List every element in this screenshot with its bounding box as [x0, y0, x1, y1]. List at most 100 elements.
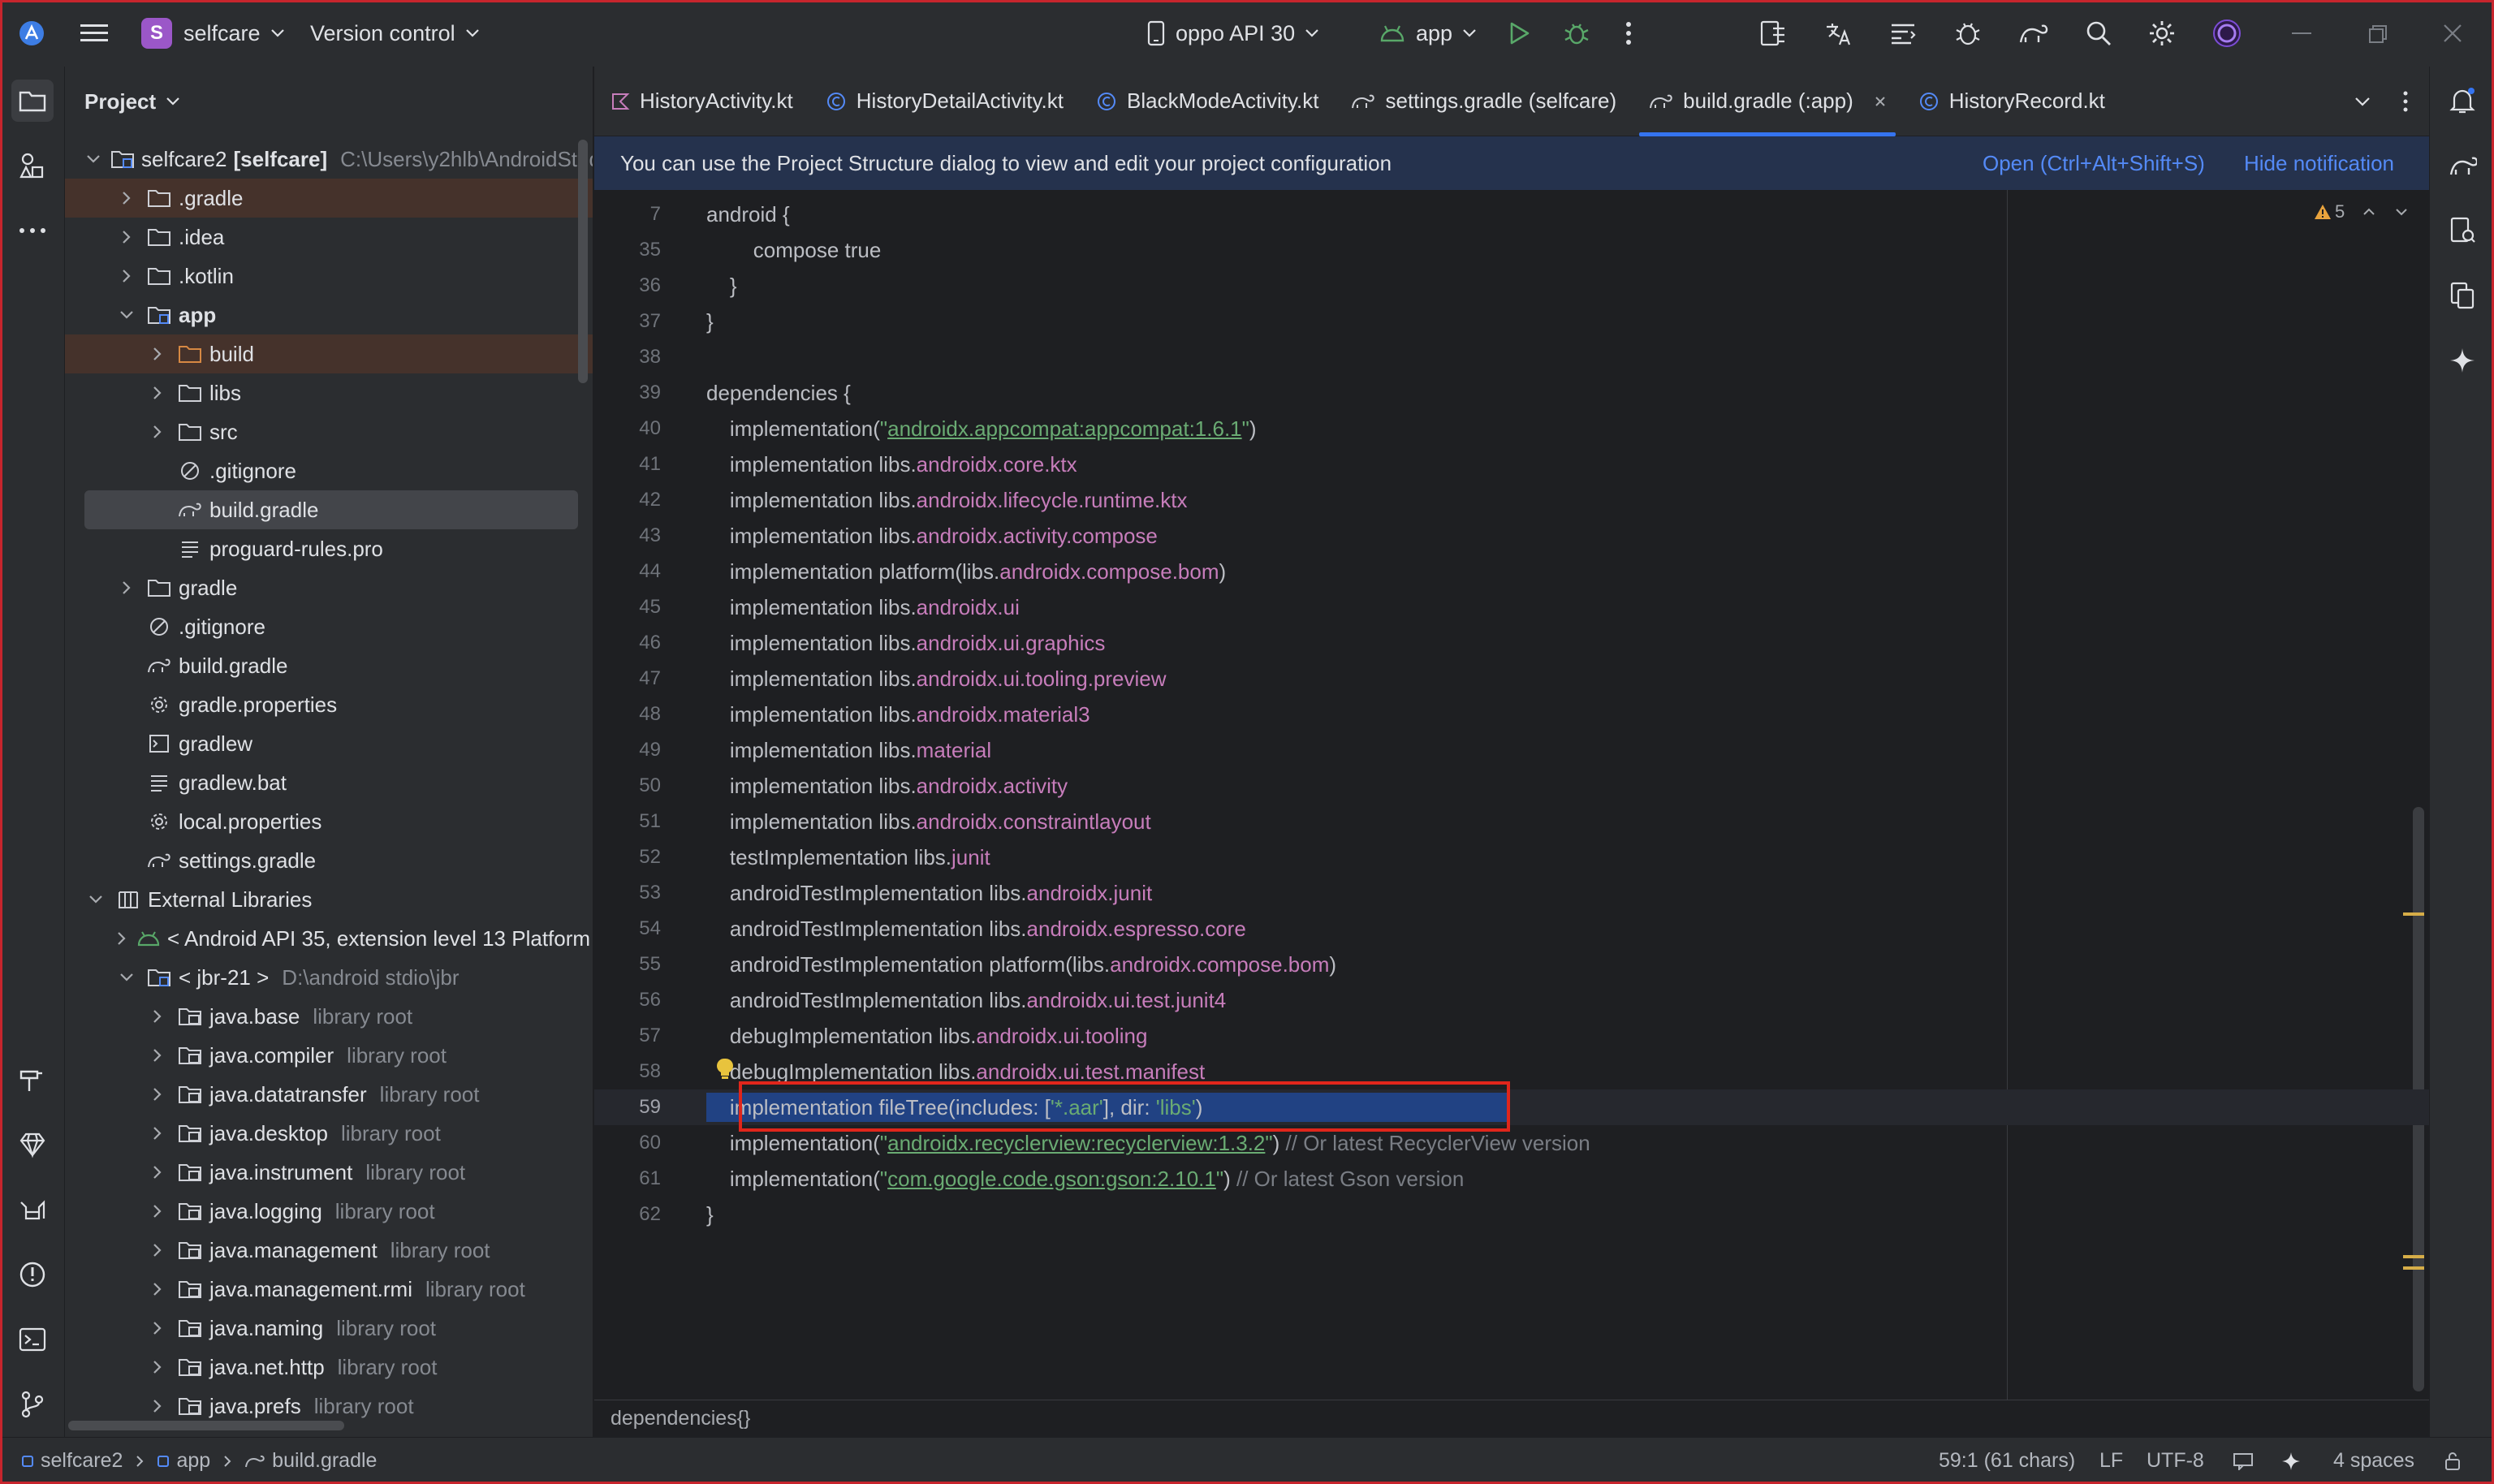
code-line[interactable]: 39 dependencies { [594, 375, 2429, 411]
code-editor[interactable]: 5 7 android {35 compose true 36 } 37} 38 39 de… [594, 190, 2429, 1400]
tree-item[interactable]: java.instrument library root [65, 1153, 593, 1192]
lock-icon[interactable] [2444, 1452, 2462, 1471]
crumb-module[interactable]: app [176, 1449, 210, 1473]
tree-item[interactable]: proguard-rules.pro [65, 529, 593, 568]
code-line[interactable]: 35 compose true [594, 232, 2429, 268]
code-line[interactable]: 41 implementation libs.androidx.core.ktx [594, 446, 2429, 482]
tree-item[interactable]: java.management library root [65, 1231, 593, 1270]
chevron-right-icon[interactable] [148, 1046, 167, 1065]
crumb-file[interactable]: build.gradle [272, 1449, 377, 1473]
chevron-right-icon[interactable] [117, 734, 136, 753]
tree-item[interactable]: local.properties [65, 802, 593, 841]
tree-item[interactable]: java.naming library root [65, 1309, 593, 1348]
chevron-right-icon[interactable] [148, 383, 167, 403]
chevron-down-icon[interactable] [86, 890, 106, 909]
code-scope-breadcrumb[interactable]: dependencies{} [594, 1400, 2429, 1437]
chevron-right-icon[interactable] [148, 1163, 167, 1182]
version-control-menu[interactable]: Version control [310, 17, 480, 50]
running-devices-icon[interactable] [2441, 274, 2483, 317]
chevron-right-icon[interactable] [117, 617, 136, 636]
open-project-structure-link[interactable]: Open (Ctrl+Alt+Shift+S) [1983, 151, 2205, 176]
tree-item[interactable]: .gradle [65, 179, 593, 218]
warning-stripe-mark[interactable] [2403, 1255, 2424, 1258]
main-menu-icon[interactable] [80, 21, 109, 45]
chevron-down-icon[interactable] [117, 968, 136, 987]
project-view-icon[interactable] [11, 80, 54, 122]
problems-icon[interactable] [11, 1253, 54, 1296]
close-window-icon[interactable] [2440, 21, 2465, 45]
tree-item[interactable]: .idea [65, 218, 593, 257]
line-separator[interactable]: LF [2099, 1449, 2123, 1473]
device-selector[interactable]: oppo API 30 [1146, 17, 1319, 50]
tree-item[interactable]: < Android API 35, extension level 13 Pla… [65, 919, 593, 958]
tab-more-icon[interactable] [2403, 91, 2408, 112]
tree-item[interactable]: settings.gradle [65, 841, 593, 880]
terminal-icon[interactable] [11, 1318, 54, 1361]
code-line[interactable]: 44 implementation platform(libs.androidx… [594, 554, 2429, 589]
tree-item[interactable]: java.base library root [65, 997, 593, 1036]
code-line[interactable]: 49 implementation libs.material [594, 732, 2429, 768]
ai-sparkle-icon[interactable] [2281, 1452, 2301, 1471]
editor-tab[interactable]: HistoryDetailActivity.kt [809, 67, 1080, 136]
device-explorer-icon[interactable] [2441, 209, 2483, 252]
tree-item[interactable]: .gitignore [65, 451, 593, 490]
editor-tab[interactable]: build.gradle (:app) [1633, 67, 1902, 136]
translate-icon[interactable] [1822, 18, 1854, 49]
code-line[interactable]: 55 androidTestImplementation platform(li… [594, 947, 2429, 982]
code-line[interactable]: 36 } [594, 268, 2429, 304]
chevron-right-icon[interactable] [148, 1201, 167, 1221]
chevron-right-icon[interactable] [117, 929, 127, 948]
tree-item[interactable]: gradle.properties [65, 685, 593, 724]
code-line[interactable]: 50 implementation libs.androidx.activity [594, 768, 2429, 804]
more-actions-icon[interactable] [1620, 19, 1637, 47]
chevron-right-icon[interactable] [117, 773, 136, 792]
code-line[interactable]: 62} [594, 1197, 2429, 1232]
tree-item[interactable]: java.prefs library root [65, 1387, 593, 1426]
tree-item[interactable]: gradlew [65, 724, 593, 763]
chevron-right-icon[interactable] [117, 266, 136, 286]
tree-item[interactable]: java.datatransfer library root [65, 1075, 593, 1114]
tree-item[interactable]: java.compiler library root [65, 1036, 593, 1075]
code-line[interactable]: 43 implementation libs.androidx.activity… [594, 518, 2429, 554]
gradle-tool-icon[interactable] [2441, 145, 2483, 187]
indent-setting[interactable]: 4 spaces [2333, 1449, 2414, 1473]
editor-tab[interactable]: HistoryRecord.kt [1902, 67, 2121, 136]
code-line[interactable]: 7 android { [594, 196, 2429, 232]
caret-position[interactable]: 59:1 (61 chars) [1939, 1449, 2075, 1473]
device-manager-icon[interactable] [1757, 18, 1789, 49]
chevron-right-icon[interactable] [117, 695, 136, 714]
chevron-right-icon[interactable] [148, 1279, 167, 1299]
gradle-sync-icon[interactable] [2017, 18, 2051, 49]
code-line[interactable]: 48 implementation libs.androidx.material… [594, 697, 2429, 732]
project-horizontal-scrollbar[interactable] [68, 1421, 344, 1430]
chevron-right-icon[interactable] [148, 1357, 167, 1377]
notifications-bell-icon[interactable] [2441, 80, 2483, 122]
chevron-right-icon[interactable] [117, 812, 136, 831]
editor-tab[interactable]: settings.gradle (selfcare) [1335, 67, 1633, 136]
project-switcher[interactable]: S selfcare [141, 17, 285, 50]
code-line[interactable]: 42 implementation libs.androidx.lifecycl… [594, 482, 2429, 518]
search-icon[interactable] [2083, 18, 2114, 49]
tree-item[interactable]: libs [65, 373, 593, 412]
code-line[interactable]: 61 implementation("com.google.code.gson:… [594, 1161, 2429, 1197]
read-only-toggle-icon[interactable] [2233, 1452, 2254, 1470]
gemini-sparkle-icon[interactable] [2441, 339, 2483, 382]
chevron-right-icon[interactable] [117, 851, 136, 870]
maximize-icon[interactable] [2366, 23, 2390, 45]
run-config-selector[interactable]: app [1379, 17, 1477, 50]
tree-item[interactable]: < jbr-21 > D:\android stdio\jbr [65, 958, 593, 997]
chevron-right-icon[interactable] [148, 344, 167, 364]
project-vertical-scrollbar[interactable] [578, 140, 588, 383]
android-studio-logo-icon[interactable] [18, 19, 45, 47]
tree-item[interactable]: app [65, 296, 593, 334]
gem-plugin-icon[interactable] [11, 1124, 54, 1166]
crumb-project[interactable]: selfcare2 [41, 1449, 123, 1473]
tree-item[interactable]: java.management.rmi library root [65, 1270, 593, 1309]
git-branch-icon[interactable] [11, 1383, 54, 1426]
code-line[interactable]: 52 testImplementation libs.junit [594, 839, 2429, 875]
chevron-right-icon[interactable] [117, 188, 136, 208]
tree-item[interactable]: build [65, 334, 593, 373]
file-encoding[interactable]: UTF-8 [2147, 1449, 2204, 1473]
chevron-right-icon[interactable] [148, 1085, 167, 1104]
tree-item[interactable]: java.net.http library root [65, 1348, 593, 1387]
